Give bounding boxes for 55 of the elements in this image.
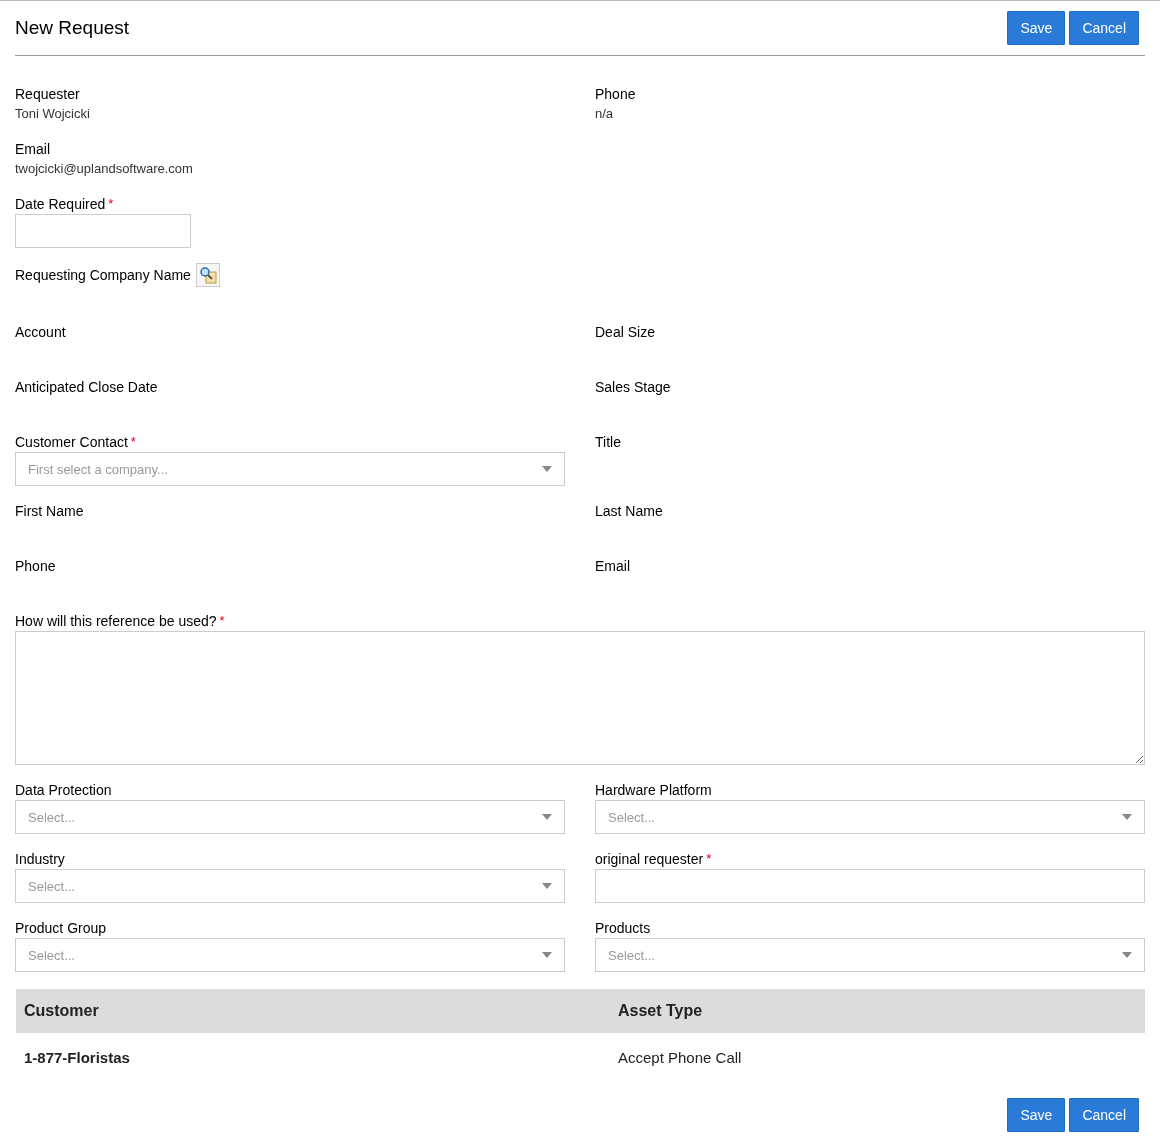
field-value: n/a: [595, 105, 615, 123]
field-label: Requesting Company Name: [15, 266, 191, 285]
dropdown-caret-icon: [1122, 814, 1132, 820]
date-input-field[interactable]: [15, 214, 191, 248]
page-title: New Request: [15, 17, 130, 39]
lookup-search-button[interactable]: [195, 263, 220, 287]
field-label: Title: [595, 433, 621, 452]
save-button[interactable]: Save: [1007, 11, 1066, 45]
column-header: Asset Type: [618, 1002, 704, 1020]
dropdown-caret-icon: [1122, 952, 1132, 958]
magnifier-icon: [198, 266, 217, 284]
field-value: twojcicki@uplandsoftware.com: [15, 160, 194, 178]
dropdown-caret-icon: [542, 952, 552, 958]
field-label: Customer Contact: [15, 433, 128, 452]
field-label: Industry: [15, 850, 65, 869]
field-label: Phone: [15, 557, 56, 576]
select-dropdown[interactable]: Select...: [15, 800, 565, 834]
field-label: How will this reference be used?: [15, 612, 217, 631]
required-asterisk: *: [108, 195, 114, 213]
field-label: Deal Size: [595, 323, 655, 342]
field-label: Date Required: [15, 195, 106, 214]
select-dropdown[interactable]: Select...: [595, 938, 1145, 972]
column-header: Customer: [24, 1002, 100, 1020]
field-label: Data Protection: [15, 781, 112, 800]
dropdown-caret-icon: [542, 814, 552, 820]
dropdown-caret-icon: [542, 883, 552, 889]
select-dropdown[interactable]: Select...: [15, 938, 565, 972]
save-button[interactable]: Save: [1007, 1098, 1066, 1132]
field-label: Email: [15, 140, 50, 159]
required-asterisk: *: [219, 612, 225, 630]
field-label: Phone: [595, 85, 636, 104]
field-label: Last Name: [595, 502, 663, 521]
field-label: Sales Stage: [595, 378, 671, 397]
table-cell-text: 1-877-Floristas: [24, 1048, 131, 1066]
field-label: Email: [595, 557, 630, 576]
field-label: Product Group: [15, 919, 107, 938]
field-label: Anticipated Close Date: [15, 378, 158, 397]
table-cell-text: Accept Phone Call: [618, 1048, 743, 1066]
field-label: Products: [595, 919, 651, 938]
cancel-button[interactable]: Cancel: [1069, 1098, 1139, 1132]
field-label: original requester: [595, 850, 704, 869]
cancel-button[interactable]: Cancel: [1069, 11, 1139, 45]
required-asterisk: *: [706, 850, 712, 868]
field-label: Account: [15, 323, 66, 342]
text-input-field[interactable]: [595, 869, 1145, 903]
field-label: Hardware Platform: [595, 781, 712, 800]
field-value: Toni Wojcicki: [15, 105, 91, 123]
select-dropdown[interactable]: Select...: [595, 800, 1145, 834]
dropdown-caret-icon: [542, 466, 552, 472]
select-dropdown[interactable]: First select a company...: [15, 452, 565, 486]
field-label: First Name: [15, 502, 84, 521]
select-dropdown[interactable]: Select...: [15, 869, 565, 903]
field-label: Requester: [15, 85, 80, 104]
text-area-field[interactable]: [15, 631, 1145, 765]
required-asterisk: *: [130, 433, 136, 451]
